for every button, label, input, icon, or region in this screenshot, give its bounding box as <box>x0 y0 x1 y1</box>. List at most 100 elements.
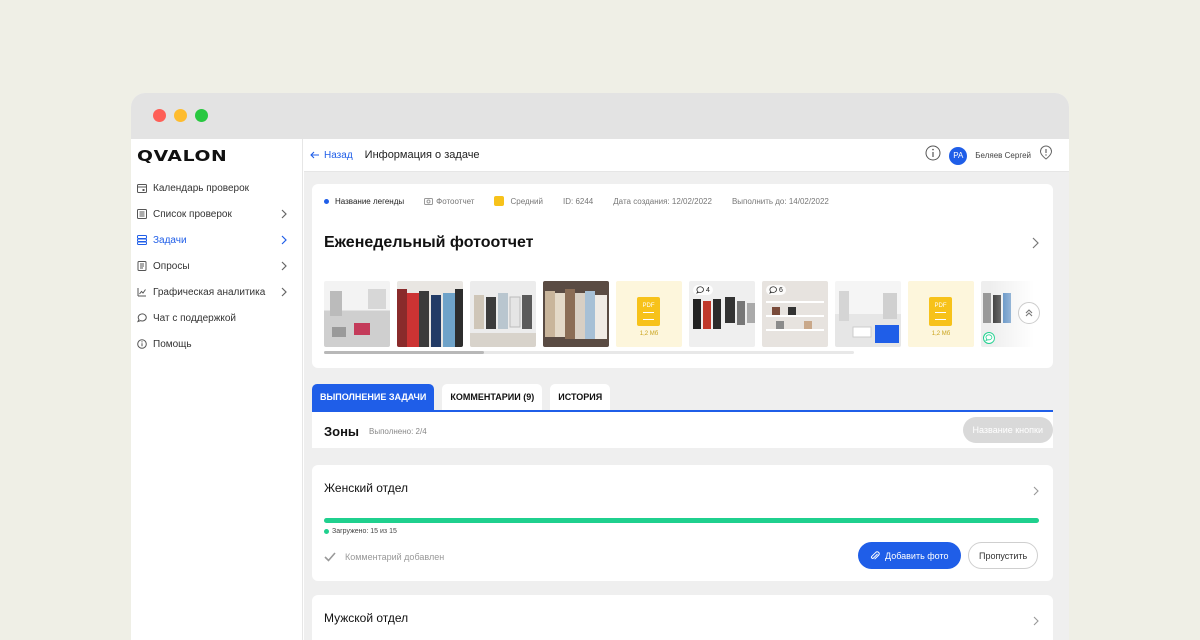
gallery-scrollbar[interactable] <box>324 351 854 354</box>
calendar-icon <box>137 183 147 193</box>
comment-count: 4 <box>706 286 710 294</box>
sidebar-item-support-chat[interactable]: Чат с поддержкой <box>131 305 303 331</box>
window-titlebar <box>131 93 1069 139</box>
photo-thumbnail[interactable] <box>835 281 901 347</box>
sidebar-item-surveys[interactable]: Опросы <box>131 253 303 279</box>
notification-icon[interactable] <box>1039 145 1053 166</box>
maximize-window-button[interactable] <box>195 109 208 122</box>
task-id: ID: 6244 <box>563 196 594 206</box>
close-window-button[interactable] <box>153 109 166 122</box>
task-info-card: Название легенды Фотоотчет Средний ID: 6… <box>312 184 1053 368</box>
pdf-thumbnail[interactable]: PDF 1,2 Мб <box>908 281 974 347</box>
photo-thumbnail[interactable]: 4 <box>689 281 755 347</box>
upload-progress-fill <box>324 518 1039 523</box>
gallery-scrollbar-thumb[interactable] <box>324 351 484 354</box>
legend-name: Название легенды <box>335 196 405 206</box>
comment-count-badge: 6 <box>766 285 786 295</box>
tab-history[interactable]: ИСТОРИЯ <box>550 384 611 410</box>
chevron-right-icon[interactable] <box>1033 613 1039 631</box>
chat-icon <box>137 313 147 323</box>
add-photo-button[interactable]: Добавить фото <box>858 542 961 569</box>
comment-status-label: Комментарий добавлен <box>345 552 445 562</box>
minimize-window-button[interactable] <box>174 109 187 122</box>
info-icon[interactable] <box>925 145 941 166</box>
priority: Средний <box>494 196 543 206</box>
task-meta: Название легенды Фотоотчет Средний ID: 6… <box>324 196 849 206</box>
upload-status: Загружено: 15 из 15 <box>324 528 397 535</box>
chevron-right-icon <box>281 209 287 222</box>
attachments-gallery[interactable]: PDF 1,2 Мб 4 6 PDF 1,2 Мб <box>324 281 1034 347</box>
created-date: Дата создания: 12/02/2022 <box>613 196 712 206</box>
priority-icon <box>494 196 505 206</box>
priority-label: Средний <box>510 196 543 206</box>
avatar[interactable]: PA <box>949 146 968 165</box>
task-type-label: Фотоотчет <box>436 196 475 206</box>
pdf-thumbnail[interactable]: PDF 1,2 Мб <box>616 281 682 347</box>
tab-execution[interactable]: ВЫПОЛНЕНИЕ ЗАДАЧИ <box>312 384 435 410</box>
sidebar-item-help[interactable]: Помощь <box>131 331 303 357</box>
legend: Название легенды <box>324 197 404 206</box>
tasks-icon <box>137 235 147 245</box>
status-dot <box>324 529 329 534</box>
sidebar-item-tasks[interactable]: Задачи <box>131 227 303 253</box>
comment-count: 6 <box>779 286 783 294</box>
camera-icon <box>424 198 434 205</box>
tab-comments[interactable]: КОММЕНТАРИИ (9) <box>442 384 543 410</box>
photo-thumbnail[interactable] <box>397 281 463 347</box>
upload-progress-bar <box>324 518 1039 523</box>
user-name[interactable]: Беляев Сергей <box>975 151 1031 160</box>
paperclip-icon <box>870 550 880 560</box>
sidebar-item-label: Задачи <box>153 234 187 246</box>
sidebar-item-checks[interactable]: Список проверок <box>131 201 303 227</box>
topbar: Назад Информация о задаче PA Беляев Серг… <box>304 139 1069 172</box>
app-window: QVALON Календарь проверок Список проверо… <box>131 93 1069 640</box>
pdf-file-icon: PDF <box>637 297 660 326</box>
scroll-up-button[interactable] <box>1018 302 1040 324</box>
sidebar-item-label: Помощь <box>153 338 192 350</box>
zones-header: Зоны Выполнено: 2/4 Название кнопки <box>312 412 1053 448</box>
chevron-right-icon[interactable] <box>1032 236 1039 254</box>
zone-card: Женский отдел Загружено: 15 из 15 Коммен… <box>312 465 1053 581</box>
zone-card: Мужской отдел <box>312 595 1053 640</box>
back-link[interactable]: Назад <box>310 150 353 161</box>
chevron-right-icon <box>281 287 287 300</box>
survey-icon <box>137 261 147 271</box>
sidebar-item-calendar[interactable]: Календарь проверок <box>131 175 303 201</box>
zones-action-button[interactable]: Название кнопки <box>962 417 1053 443</box>
skip-button[interactable]: Пропустить <box>968 542 1039 569</box>
legend-dot <box>324 198 329 204</box>
sidebar-item-label: Чат с поддержкой <box>153 312 237 324</box>
zone-title: Мужской отдел <box>324 611 409 625</box>
double-chevron-up-icon <box>1025 309 1033 317</box>
add-photo-label: Добавить фото <box>885 550 949 561</box>
chart-icon <box>137 287 147 297</box>
photo-thumbnail[interactable]: 6 <box>762 281 828 347</box>
user-area: PA Беляев Сергей <box>925 145 1053 166</box>
photo-thumbnail[interactable] <box>470 281 536 347</box>
upload-status-label: Загружено: 15 из 15 <box>332 528 397 535</box>
page-title: Информация о задаче <box>364 149 480 161</box>
sidebar-item-label: Опросы <box>153 260 190 272</box>
sidebar-item-label: Графическая аналитика <box>153 286 266 298</box>
task-type: Фотоотчет <box>424 197 474 206</box>
photo-thumbnail[interactable] <box>543 281 609 347</box>
sidebar-item-label: Список проверок <box>153 208 232 220</box>
pdf-file-size: 1,2 Мб <box>639 331 659 337</box>
list-icon <box>137 209 147 219</box>
back-link-label: Назад <box>324 149 353 161</box>
task-title: Еженедельный фотоотчет <box>324 234 534 251</box>
sidebar: QVALON Календарь проверок Список проверо… <box>131 139 303 640</box>
photo-thumbnail[interactable] <box>324 281 390 347</box>
arrow-left-icon <box>310 151 319 159</box>
app-logo[interactable]: QVALON <box>137 147 227 165</box>
sidebar-item-analytics[interactable]: Графическая аналитика <box>131 279 303 305</box>
chevron-right-icon <box>281 235 287 248</box>
sidebar-nav: Календарь проверок Список проверок Задач… <box>131 175 303 357</box>
zone-title: Женский отдел <box>324 481 409 495</box>
pdf-file-icon: PDF <box>929 297 952 326</box>
chevron-right-icon[interactable] <box>1033 483 1039 501</box>
comment-status: Комментарий добавлен <box>324 552 444 562</box>
comment-icon <box>769 286 777 294</box>
due-date: Выполнить до: 14/02/2022 <box>731 196 829 206</box>
sidebar-item-label: Календарь проверок <box>153 182 250 194</box>
